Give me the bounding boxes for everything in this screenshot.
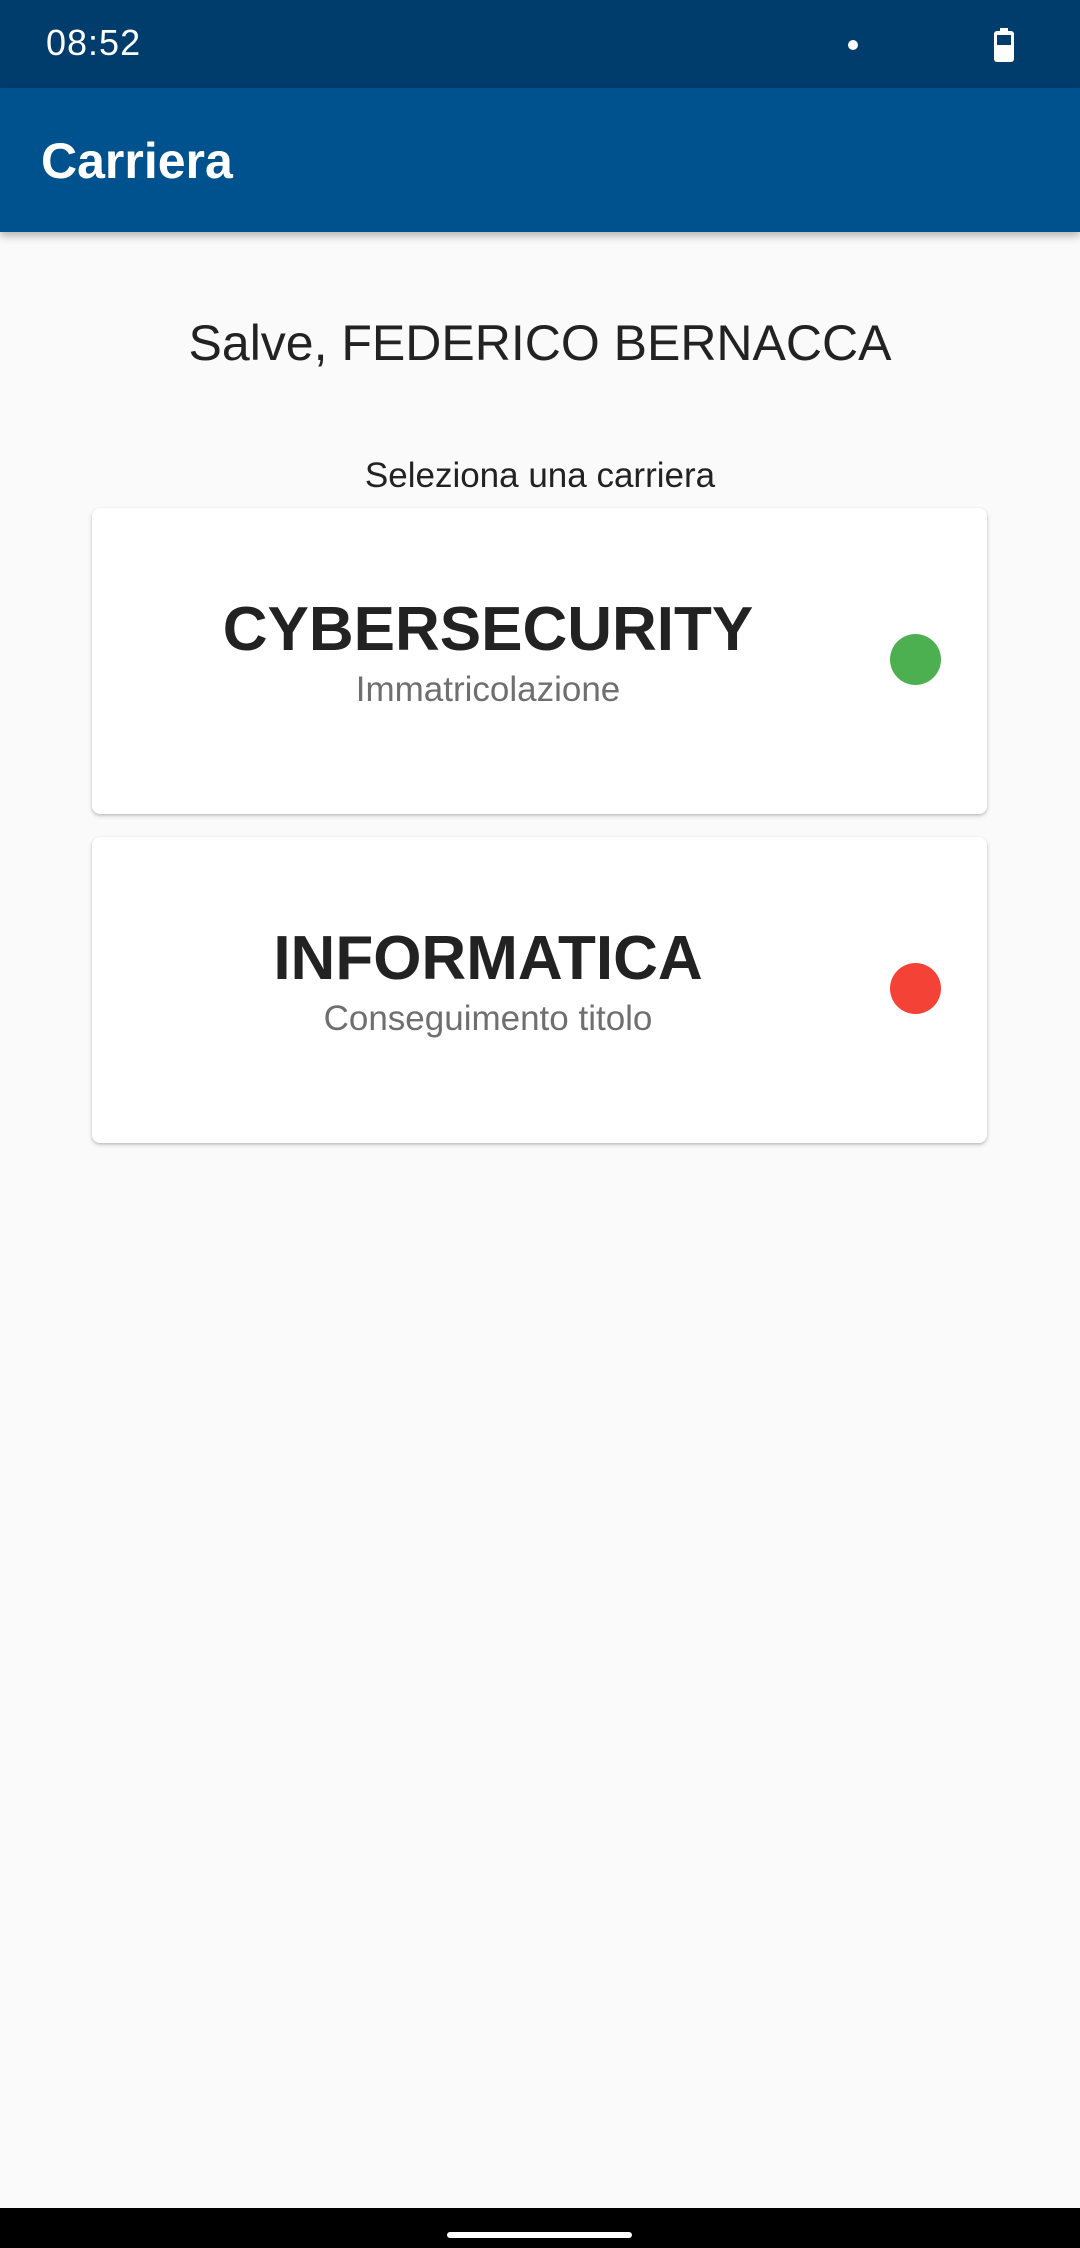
status-time: 08:52 — [46, 22, 142, 63]
battery-icon — [994, 28, 1014, 62]
status-bar: 08:52 — [0, 0, 1080, 88]
home-indicator[interactable] — [447, 2232, 632, 2238]
career-phase: Immatricolazione — [355, 670, 621, 709]
navigation-bar — [0, 2208, 1080, 2248]
status-indicator-red-dot-icon — [890, 963, 941, 1014]
notification-dot-icon — [848, 40, 858, 50]
career-name: CYBERSECURITY — [222, 595, 754, 664]
career-phase: Conseguimento titolo — [323, 999, 653, 1038]
greeting-text: Salve, FEDERICO BERNACCA — [188, 315, 892, 371]
career-name: INFORMATICA — [273, 924, 703, 993]
career-card-cybersecurity[interactable]: CYBERSECURITY Immatricolazione — [92, 508, 987, 814]
select-career-label: Seleziona una carriera — [364, 456, 716, 495]
career-card-informatica[interactable]: INFORMATICA Conseguimento titolo — [92, 837, 987, 1143]
app-bar: Carriera — [0, 88, 1080, 232]
page-title: Carriera — [41, 133, 233, 189]
status-indicator-green-dot-icon — [890, 634, 941, 685]
